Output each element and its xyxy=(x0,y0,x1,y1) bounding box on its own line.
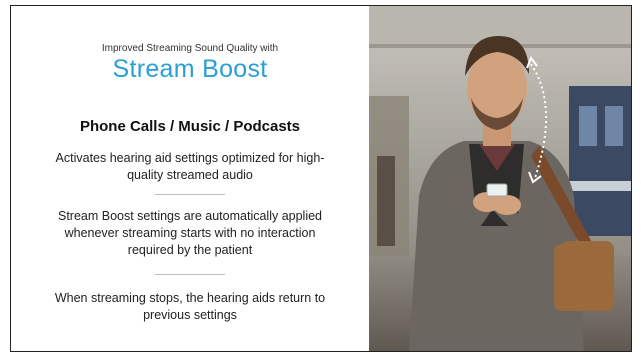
slide-title: Stream Boost xyxy=(112,55,268,83)
slide: Improved Streaming Sound Quality with St… xyxy=(10,5,632,352)
photo-man-with-phone xyxy=(369,6,631,351)
bullet-text-1: Activates hearing aid settings optimized… xyxy=(55,151,325,182)
bullet-text-3: When streaming stops, the hearing aids r… xyxy=(54,291,326,322)
slide-subtitle: Improved Streaming Sound Quality with xyxy=(101,43,279,54)
section-heading: Phone Calls / Music / Podcasts xyxy=(79,118,301,135)
bullet-text-2: Stream Boost settings are automatically … xyxy=(57,209,323,257)
photo-illustration xyxy=(369,6,631,351)
divider xyxy=(155,274,225,275)
text-panel: Improved Streaming Sound Quality with St… xyxy=(11,6,369,351)
divider xyxy=(155,194,225,195)
